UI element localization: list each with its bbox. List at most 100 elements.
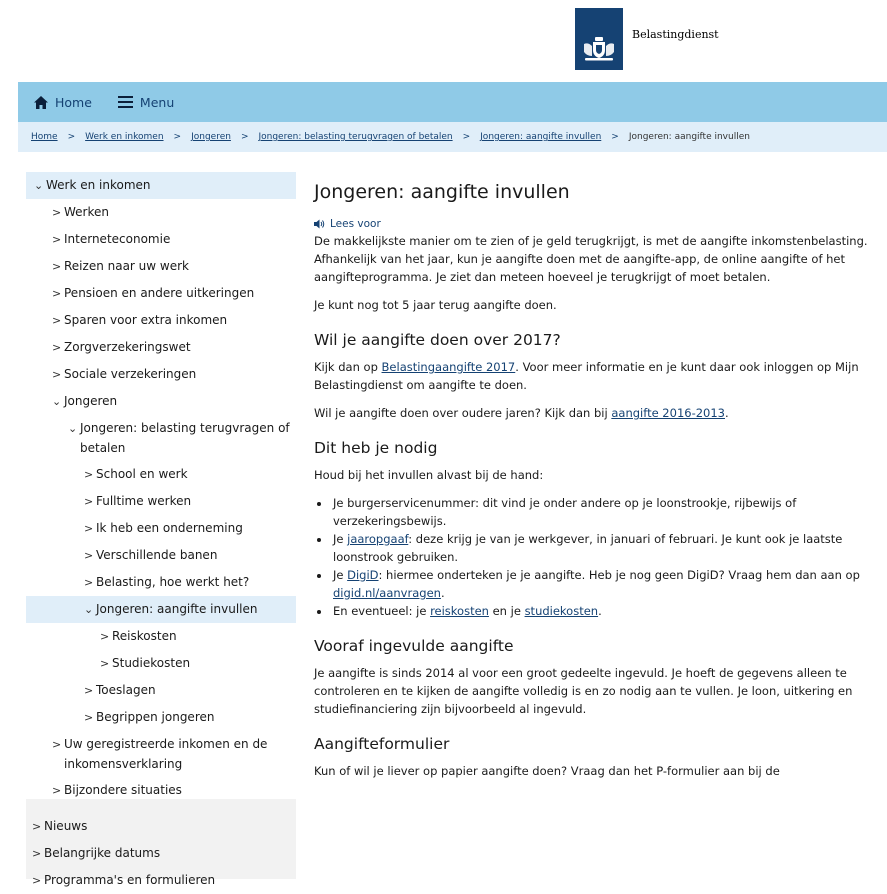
chevron-down-icon: ⌄ (68, 422, 78, 435)
main-nav: Home Menu (18, 82, 887, 122)
sidebar-item-label: Sociale verzekeringen (64, 367, 197, 381)
section-heading-formulier: Aangifteformulier (314, 735, 450, 753)
sidebar-item-programmas[interactable]: > Programma's en formulieren (26, 867, 296, 894)
logo-text: Belastingdienst (632, 28, 719, 41)
sidebar-item-label: Reiskosten (112, 629, 177, 643)
breadcrumb-home[interactable]: Home (31, 132, 58, 142)
chevron-right-icon: > (52, 738, 62, 751)
chevron-right-icon: > (84, 711, 94, 724)
menu-button[interactable]: Menu (117, 94, 175, 110)
section-heading-2017: Wil je aangifte doen over 2017? (314, 331, 561, 349)
sidebar-item-onderneming[interactable]: > Ik heb een onderneming (26, 515, 296, 542)
breadcrumb-separator: > (173, 132, 182, 142)
chevron-right-icon: > (32, 820, 42, 833)
text: Kijk dan op (314, 360, 382, 374)
sidebar-item-werken[interactable]: > Werken (26, 199, 296, 226)
list-item: En eventueel: je reiskosten en je studie… (331, 602, 874, 620)
sidebar-item-zorgverzekeringswet[interactable]: > Zorgverzekeringswet (26, 334, 296, 361)
page-title: Jongeren: aangifte invullen (314, 181, 570, 203)
breadcrumb-aangifte-invullen[interactable]: Jongeren: aangifte invullen (480, 132, 601, 142)
crest-icon (584, 37, 614, 61)
section-heading-vooraf: Vooraf ingevulde aangifte (314, 637, 514, 655)
sidebar-item-label: Toeslagen (96, 683, 156, 697)
sidebar-item-belasting-terugvragen[interactable]: ⌄ Jongeren: belasting terugvragen of beta… (26, 415, 296, 461)
sidebar-item-nieuws[interactable]: > Nieuws (26, 813, 296, 840)
sidebar-item-label: Werk en inkomen (46, 178, 151, 192)
aangifte-2016-2013-link[interactable]: aangifte 2016-2013 (611, 406, 725, 420)
sidebar-item-label: Pensioen en andere uitkeringen (64, 286, 255, 300)
text: en je (488, 604, 525, 618)
sidebar-item-label: Fulltime werken (96, 494, 192, 508)
text: Je (333, 568, 348, 582)
sidebar-item-sparen[interactable]: > Sparen voor extra inkomen (26, 307, 296, 334)
text: : deze krijg je van je werkgever, in jan… (333, 532, 843, 564)
studiekosten-link[interactable]: studiekosten (525, 604, 599, 618)
sidebar-item-interneteconomie[interactable]: > Interneteconomie (26, 226, 296, 253)
menu-label: Menu (139, 94, 175, 110)
sidebar-item-belasting-hoe[interactable]: > Belasting, hoe werkt het? (26, 569, 296, 596)
chevron-right-icon: > (52, 341, 62, 354)
listen-label: Lees voor (330, 218, 381, 230)
chevron-right-icon: > (52, 314, 62, 327)
sidebar-item-reizen[interactable]: > Reizen naar uw werk (26, 253, 296, 280)
sidebar-item-pensioen[interactable]: > Pensioen en andere uitkeringen (26, 280, 296, 307)
sidebar-item-werk-en-inkomen[interactable]: ⌄ Werk en inkomen (26, 172, 296, 199)
logo[interactable] (575, 8, 623, 70)
breadcrumb-belasting-terugvragen[interactable]: Jongeren: belasting terugvragen of betal… (258, 132, 452, 142)
home-label: Home (55, 94, 92, 110)
sidebar-item-label: Sparen voor extra inkomen (64, 313, 228, 327)
sidebar-item-label: Reizen naar uw werk (64, 259, 189, 273)
breadcrumb-separator: > (67, 132, 76, 142)
chevron-right-icon: > (52, 206, 62, 219)
belastingaangifte-2017-link[interactable]: Belastingaangifte 2017 (382, 360, 516, 374)
sidebar-item-reiskosten[interactable]: > Reiskosten (26, 623, 296, 650)
chevron-right-icon: > (32, 847, 42, 860)
list-item: Je burgerservicenummer: dit vind je onde… (331, 494, 874, 530)
hamburger-icon (117, 96, 133, 108)
chevron-right-icon: > (84, 468, 94, 481)
chevron-right-icon: > (52, 368, 62, 381)
sidebar-item-label: Verschillende banen (96, 548, 218, 562)
sidebar-item-studiekosten[interactable]: > Studiekosten (26, 650, 296, 677)
chevron-right-icon: > (100, 630, 110, 643)
listen-button[interactable]: Lees voor (314, 218, 874, 230)
sidebar-item-begrippen[interactable]: > Begrippen jongeren (26, 704, 296, 731)
home-link[interactable]: Home (34, 95, 92, 110)
section-heading-nodig: Dit heb je nodig (314, 439, 438, 457)
text: En eventueel: je (333, 604, 431, 618)
sidebar-item-label: Uw geregistreerde inkomen en de inkomens… (64, 737, 268, 771)
chevron-right-icon: > (52, 260, 62, 273)
reiskosten-link[interactable]: reiskosten (430, 604, 489, 618)
sidebar-item-label: Jongeren: aangifte invullen (96, 602, 258, 616)
chevron-down-icon: ⌄ (34, 179, 44, 192)
chevron-right-icon: > (84, 684, 94, 697)
sidebar-item-toeslagen[interactable]: > Toeslagen (26, 677, 296, 704)
digid-aanvragen-link[interactable]: digid.nl/aanvragen (333, 586, 441, 600)
sidebar-item-geregistreerde-inkomen[interactable]: > Uw geregistreerde inkomen en de inkomen… (26, 731, 296, 777)
text: : hiermee onderteken je je aangifte. Heb… (378, 568, 860, 582)
text: . (725, 406, 729, 420)
sidebar-item-label: Jongeren: belasting terugvragen of betal… (80, 421, 290, 455)
sidebar-item-label: Belangrijke datums (44, 846, 161, 860)
sidebar-item-aangifte-invullen[interactable]: ⌄ Jongeren: aangifte invullen (26, 596, 296, 623)
breadcrumb-jongeren[interactable]: Jongeren (191, 132, 231, 142)
text: . (440, 586, 445, 600)
breadcrumb-werk-en-inkomen[interactable]: Werk en inkomen (85, 132, 163, 142)
sidebar-nav: ⌄ Werk en inkomen > Werken > Interneteconom… (26, 172, 296, 804)
paragraph-formulier: Kun of wil je liever op papier aangifte … (314, 764, 780, 778)
sidebar-item-fulltime-werken[interactable]: > Fulltime werken (26, 488, 296, 515)
chevron-right-icon: > (100, 657, 110, 670)
sidebar-item-label: Studiekosten (112, 656, 191, 670)
chevron-right-icon: > (52, 287, 62, 300)
list-item: Je jaaropgaaf: deze krijg je van je werk… (331, 530, 874, 566)
sidebar-item-jongeren[interactable]: ⌄ Jongeren (26, 388, 296, 415)
sidebar-item-sociale-verzekeringen[interactable]: > Sociale verzekeringen (26, 361, 296, 388)
text: Wil je aangifte doen over oudere jaren? … (314, 406, 612, 420)
sidebar-item-belangrijke-datums[interactable]: > Belangrijke datums (26, 840, 296, 867)
jaaropgaaf-link[interactable]: jaaropgaaf (347, 532, 408, 546)
text: . (598, 604, 602, 618)
digid-link[interactable]: DigiD (347, 568, 378, 582)
sidebar-item-school-en-werk[interactable]: > School en werk (26, 461, 296, 488)
sidebar-item-verschillende-banen[interactable]: > Verschillende banen (26, 542, 296, 569)
sidebar-secondary-nav: > Nieuws > Belangrijke datums > Programma's… (26, 799, 296, 887)
